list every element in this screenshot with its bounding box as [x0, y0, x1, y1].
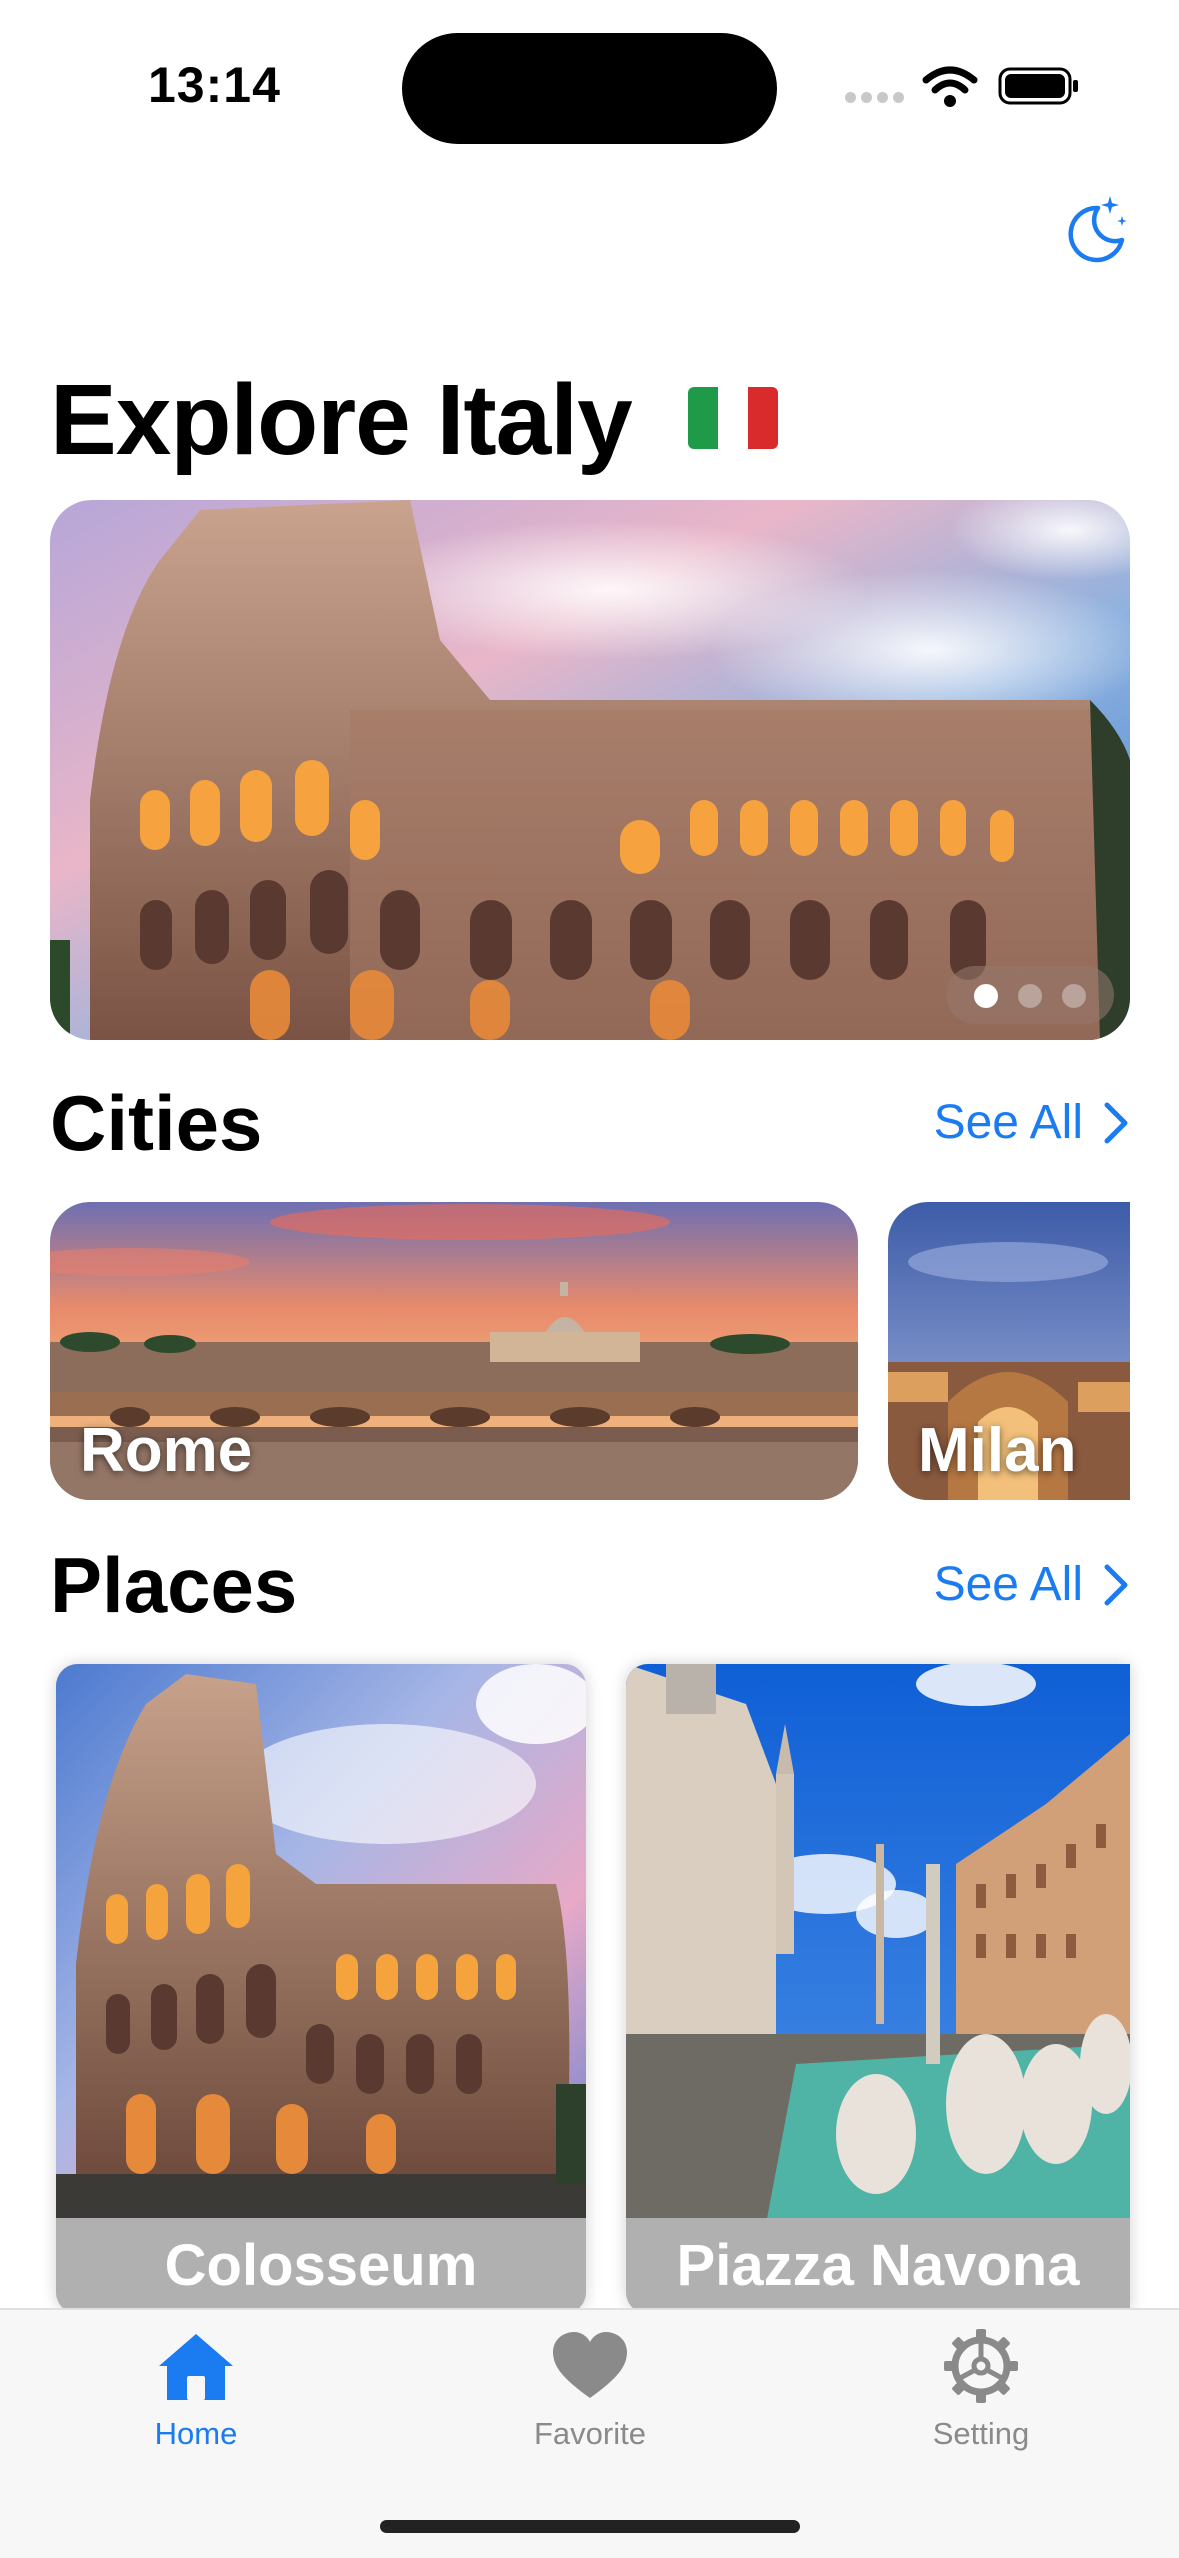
italy-flag-icon [688, 386, 779, 449]
chevron-right-icon [1104, 1564, 1128, 1606]
page-title-text: Explore Italy [50, 364, 633, 476]
house-icon [159, 2334, 233, 2400]
cities-see-all-label: See All [933, 1096, 1083, 1149]
status-time: 13:14 [148, 57, 281, 113]
cities-see-all-button[interactable]: See All [934, 1078, 1131, 1168]
dynamic-island [402, 33, 777, 144]
home-indicator[interactable] [380, 2520, 800, 2533]
tab-home-label: Home [154, 2416, 238, 2451]
wifi-icon [922, 66, 978, 107]
cellular-signal-icon [845, 92, 905, 106]
city-name-rome: Rome [80, 1416, 253, 1485]
tab-favorite[interactable]: Favorite [480, 2328, 700, 2452]
place-card-piazza-navona[interactable]: Piazza Navona [626, 1664, 1130, 2314]
tab-setting-label: Setting [932, 2416, 1030, 2451]
battery-icon [998, 67, 1078, 105]
colosseum-place-image [56, 1664, 586, 2224]
gear-icon [944, 2329, 1018, 2403]
page-title: Explore Italy [50, 360, 779, 480]
heart-icon [553, 2332, 627, 2398]
carousel-dot[interactable] [1062, 984, 1086, 1008]
cities-section-title: Cities [50, 1079, 263, 1167]
places-see-all-label: See All [933, 1558, 1083, 1611]
carousel-dot[interactable] [1018, 984, 1042, 1008]
tab-favorite-label: Favorite [534, 2416, 646, 2451]
tab-setting[interactable]: Setting [871, 2328, 1091, 2452]
chevron-right-icon [1104, 1102, 1128, 1144]
carousel-page-indicator[interactable] [946, 966, 1114, 1024]
place-card-colosseum[interactable]: Colosseum [56, 1664, 586, 2314]
featured-carousel[interactable] [50, 500, 1130, 1040]
tab-home[interactable]: Home [86, 2328, 306, 2452]
piazza-navona-place-image [626, 1664, 1130, 2224]
city-card-rome[interactable]: Rome [50, 1202, 858, 1500]
city-name-milan: Milan [918, 1416, 1077, 1485]
colosseum-hero-image [50, 500, 1130, 1040]
carousel-dot-active[interactable] [974, 984, 998, 1008]
place-name-piazza-navona: Piazza Navona [626, 2218, 1130, 2314]
places-see-all-button[interactable]: See All [934, 1540, 1131, 1630]
place-name-colosseum: Colosseum [56, 2218, 586, 2314]
city-card-milan[interactable]: Milan [888, 1202, 1130, 1500]
dark-mode-moon-stars-icon[interactable] [1060, 194, 1130, 264]
places-section-title: Places [50, 1541, 298, 1629]
status-bar: 13:14 [0, 0, 1179, 150]
